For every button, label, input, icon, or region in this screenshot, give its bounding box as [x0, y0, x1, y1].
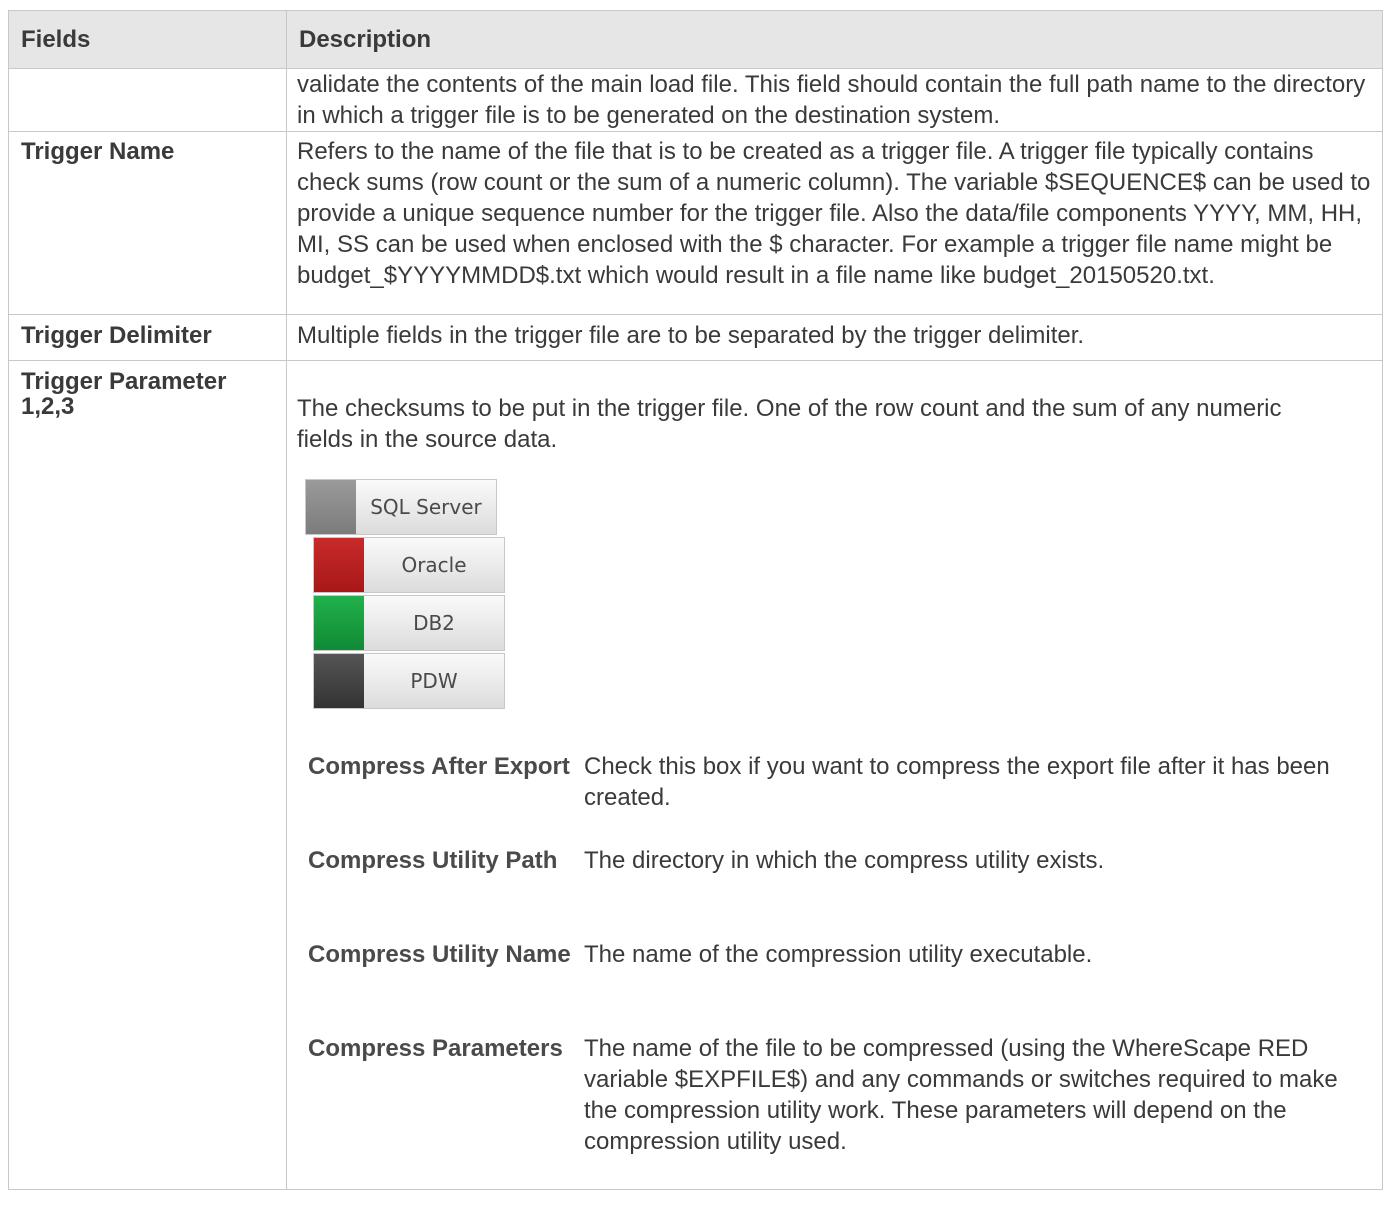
option-term: Compress Parameters [308, 1035, 563, 1062]
table-row: Trigger Delimiter Multiple fields in the… [8, 314, 1383, 361]
compress-options-list: Compress After Export Check this box if … [308, 751, 1368, 1157]
field-name-cell [8, 68, 287, 132]
db2-color-swatch [314, 596, 364, 650]
platform-label: DB2 [413, 610, 455, 635]
option-term: Compress Utility Path [308, 847, 558, 874]
compress-option: Compress Utility Path The directory in w… [308, 845, 1368, 939]
description-cell: validate the contents of the main load f… [286, 68, 1383, 132]
pdw-color-swatch [314, 654, 364, 708]
platform-badge-pdw: PDW [313, 653, 505, 709]
option-definition: The directory in which the compress util… [584, 847, 1105, 874]
platform-badge-sql-server: SQL Server [305, 479, 497, 535]
platform-badge-db2: DB2 [313, 595, 505, 651]
option-term: Compress Utility Name [308, 941, 571, 968]
field-name-cell: Trigger Delimiter [8, 314, 287, 361]
compress-option: Compress After Export Check this box if … [308, 751, 1368, 845]
option-term: Compress After Export [308, 753, 570, 780]
compress-option: Compress Parameters The name of the file… [308, 1033, 1368, 1157]
sql-server-color-swatch [306, 480, 356, 534]
compress-option: Compress Utility Name The name of the co… [308, 939, 1368, 1033]
platform-label: PDW [410, 668, 458, 693]
oracle-color-swatch [314, 538, 364, 592]
option-definition: The name of the compression utility exec… [584, 941, 1093, 968]
table-row: validate the contents of the main load f… [8, 68, 1383, 132]
option-definition: The name of the file to be compressed (u… [584, 1035, 1338, 1155]
field-name-cell: Trigger Name [8, 131, 287, 315]
description-cell: Refers to the name of the file that is t… [286, 131, 1383, 315]
fields-column-header: Fields [8, 10, 287, 69]
fields-table: Fields Description validate the contents… [8, 10, 1383, 1190]
field-name-cell: Trigger Parameter 1,2,3 [8, 360, 287, 1190]
platform-badge-oracle: Oracle [313, 537, 505, 593]
table-row: Trigger Parameter 1,2,3 The checksums to… [8, 360, 1383, 1190]
table-row: Trigger Name Refers to the name of the f… [8, 131, 1383, 315]
platform-label: SQL Server [370, 494, 482, 519]
description-column-header: Description [286, 10, 1383, 69]
option-definition: Check this box if you want to compress t… [584, 753, 1330, 811]
trigger-parameter-description: The checksums to be put in the trigger f… [297, 395, 1282, 453]
description-cell: Multiple fields in the trigger file are … [286, 314, 1383, 361]
database-platform-badges: SQL Server Oracle DB2 PDW [305, 479, 515, 719]
table-header-row: Fields Description [8, 10, 1383, 69]
platform-label: Oracle [401, 552, 467, 577]
description-cell: The checksums to be put in the trigger f… [286, 360, 1383, 1190]
